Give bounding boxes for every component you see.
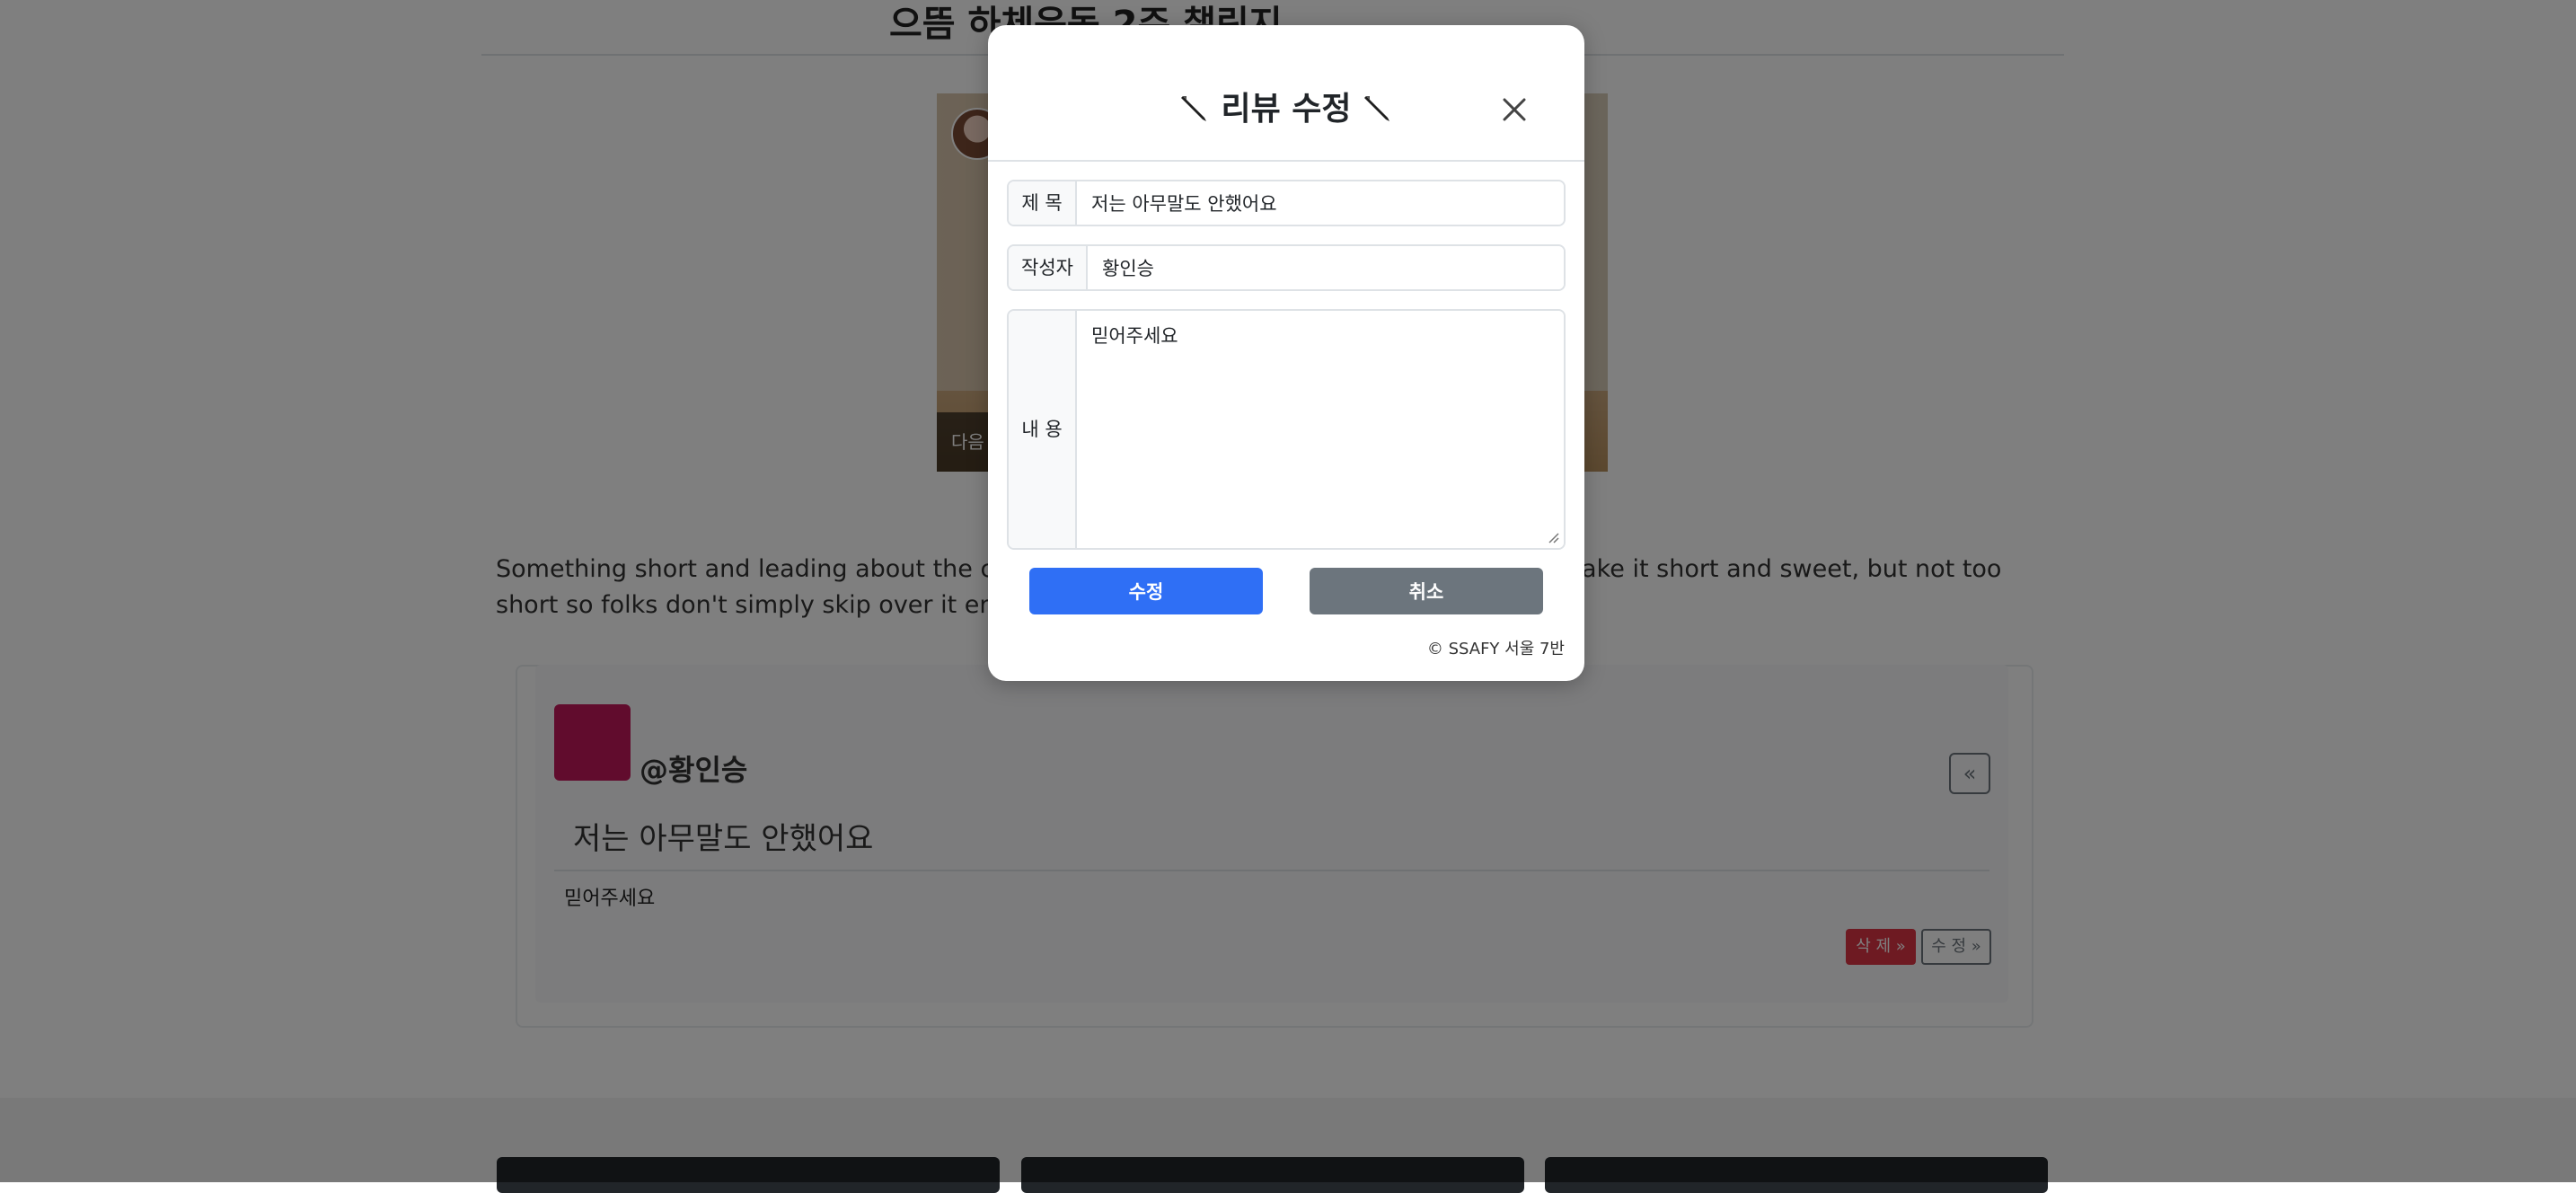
title-input[interactable] [1077,181,1564,225]
resize-handle-icon[interactable] [1546,530,1560,544]
cancel-button[interactable]: 취소 [1310,568,1543,614]
author-field-group: 작성자 [1007,244,1566,291]
title-label: 제 목 [1009,181,1077,225]
author-label: 작성자 [1009,246,1088,289]
modal-header: 리뷰 수정 [988,25,1584,162]
content-label: 내 용 [1009,311,1077,548]
author-input[interactable] [1088,246,1564,289]
title-field-group: 제 목 [1007,180,1566,226]
content-field-group: 내 용 믿어주세요 [1007,309,1566,550]
pen-icon [1364,96,1390,121]
modal-title-text: 리뷰 수정 [1221,91,1352,128]
pen-icon [1180,96,1206,121]
copyright-text: © SSAFY 서울 7반 [1426,640,1565,658]
content-textarea[interactable]: 믿어주세요 [1077,311,1564,548]
close-icon[interactable] [1498,93,1531,126]
edit-review-modal: 리뷰 수정 제 목 작성자 내 용 믿어주세요 수정 취소 © SSAFY 서울… [988,25,1584,681]
submit-button[interactable]: 수정 [1029,568,1263,614]
modal-title: 리뷰 수정 [988,83,1584,129]
